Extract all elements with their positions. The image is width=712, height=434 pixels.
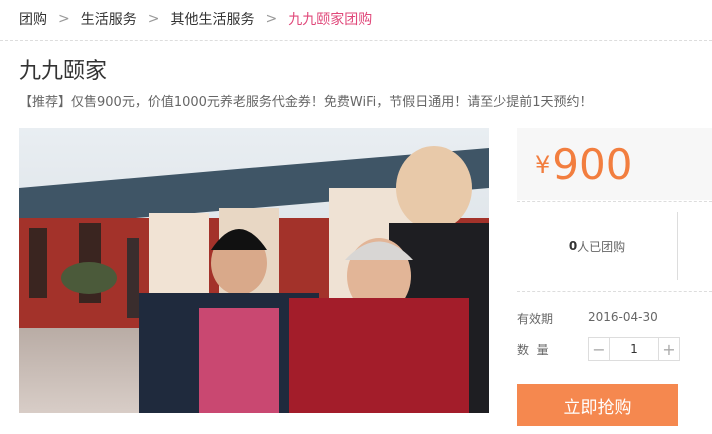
price-box: ¥900 — [517, 128, 712, 200]
breadcrumb-separator: > — [265, 11, 278, 27]
price-amount: 900 — [552, 140, 633, 189]
divider — [0, 40, 712, 41]
breadcrumb: 团购 > 生活服务 > 其他生活服务 > 九九颐家团购 — [19, 0, 372, 38]
quantity-label: 数 量 — [517, 343, 549, 357]
breadcrumb-item-life-services[interactable]: 生活服务 — [81, 9, 137, 29]
sold-label: 人已团购 — [577, 239, 626, 254]
deal-subtitle: 【推荐】仅售900元，价值1000元养老服务代金券！免费WiFi，节假日通用！请… — [19, 95, 593, 110]
currency-symbol: ¥ — [535, 151, 551, 179]
breadcrumb-separator: > — [58, 11, 70, 27]
quantity-input[interactable] — [609, 338, 659, 360]
breadcrumb-item-other-life-services[interactable]: 其他生活服务 — [170, 9, 254, 29]
breadcrumb-item-current[interactable]: 九九颐家团购 — [288, 9, 372, 29]
divider — [517, 291, 712, 292]
quantity-decrease-button[interactable]: − — [589, 338, 609, 360]
page-title: 九九颐家 — [19, 59, 108, 84]
quantity-increase-button[interactable]: + — [659, 338, 679, 360]
quantity-stepper: − + — [588, 337, 680, 361]
buy-now-button[interactable]: 立即抢购 — [517, 384, 678, 426]
breadcrumb-item-tuangou[interactable]: 团购 — [19, 9, 47, 29]
validity-value: 2016-04-30 — [588, 310, 658, 324]
deal-photo-illustration — [19, 128, 489, 413]
deal-photo[interactable] — [19, 128, 489, 413]
sold-count: 0 人已团购 — [517, 212, 678, 280]
divider — [517, 201, 712, 202]
deal-price: ¥900 — [535, 144, 632, 186]
sold-number: 0 — [568, 239, 578, 253]
validity-label: 有效期 — [517, 312, 554, 326]
breadcrumb-separator: > — [147, 11, 160, 27]
